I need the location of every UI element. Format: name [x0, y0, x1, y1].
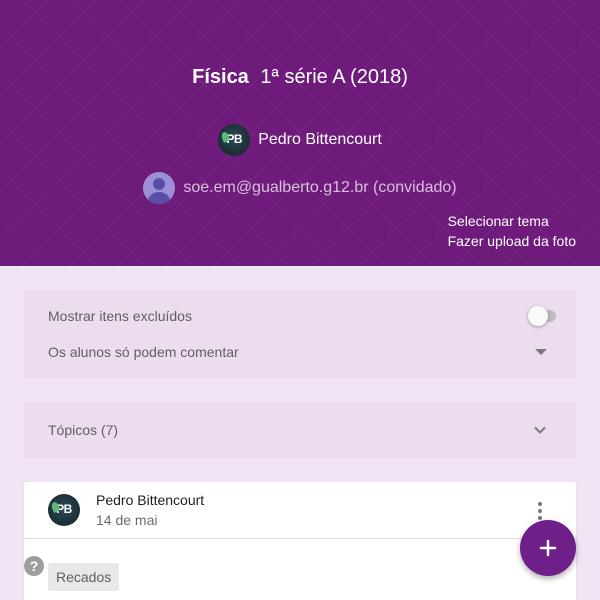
- more-vert-icon[interactable]: [532, 502, 548, 522]
- comment-permission-select[interactable]: Os alunos só podem comentar: [48, 334, 552, 370]
- teacher-info: PB Pedro Bittencourt: [0, 124, 600, 156]
- help-icon[interactable]: ?: [24, 556, 44, 576]
- post-topic-tag[interactable]: Recados: [48, 563, 120, 591]
- guest-info: soe.em@gualberto.g12.br (convidado): [0, 172, 600, 204]
- topics-row: Tópicos (7): [48, 412, 552, 448]
- topics-card[interactable]: Tópicos (7): [24, 402, 576, 458]
- class-header-banner: Física 1ª série A (2018) PB Pedro Bitten…: [0, 0, 600, 266]
- add-button[interactable]: [520, 520, 576, 576]
- select-theme-link[interactable]: Selecionar tema: [448, 211, 576, 231]
- post-author-name: Pedro Bittencourt: [96, 492, 205, 508]
- stream-post-card: PB Pedro Bittencourt 14 de mai Recados: [24, 482, 576, 600]
- topics-label: Tópicos (7): [48, 422, 119, 438]
- toggle-thumb: [528, 306, 548, 326]
- show-deleted-row: Mostrar itens excluídos: [48, 298, 556, 334]
- course-section: 1ª série A (2018): [260, 66, 408, 88]
- comment-permission-value: Os alunos só podem comentar: [48, 344, 239, 360]
- guest-avatar-icon: [143, 172, 176, 204]
- class-title: Física 1ª série A (2018): [0, 66, 600, 89]
- post-divider: [24, 538, 576, 539]
- stream-settings-card: Mostrar itens excluídos Os alunos só pod…: [24, 290, 576, 378]
- show-deleted-label: Mostrar itens excluídos: [48, 308, 192, 324]
- add-icon: [539, 539, 557, 557]
- post-date: 14 de mai: [96, 512, 158, 528]
- show-deleted-toggle[interactable]: [528, 306, 556, 326]
- upload-photo-link[interactable]: Fazer upload da foto: [448, 231, 576, 251]
- teacher-name: Pedro Bittencourt: [258, 131, 382, 148]
- teacher-avatar: PB: [218, 124, 251, 156]
- post-author-avatar: PB: [48, 494, 80, 526]
- course-name: Física: [192, 66, 249, 88]
- theme-links: Selecionar tema Fazer upload da foto: [448, 211, 576, 251]
- guest-email: soe.em@gualberto.g12.br (convidado): [183, 179, 457, 196]
- dropdown-arrow-icon: [535, 349, 547, 355]
- chevron-down-icon: [528, 418, 552, 442]
